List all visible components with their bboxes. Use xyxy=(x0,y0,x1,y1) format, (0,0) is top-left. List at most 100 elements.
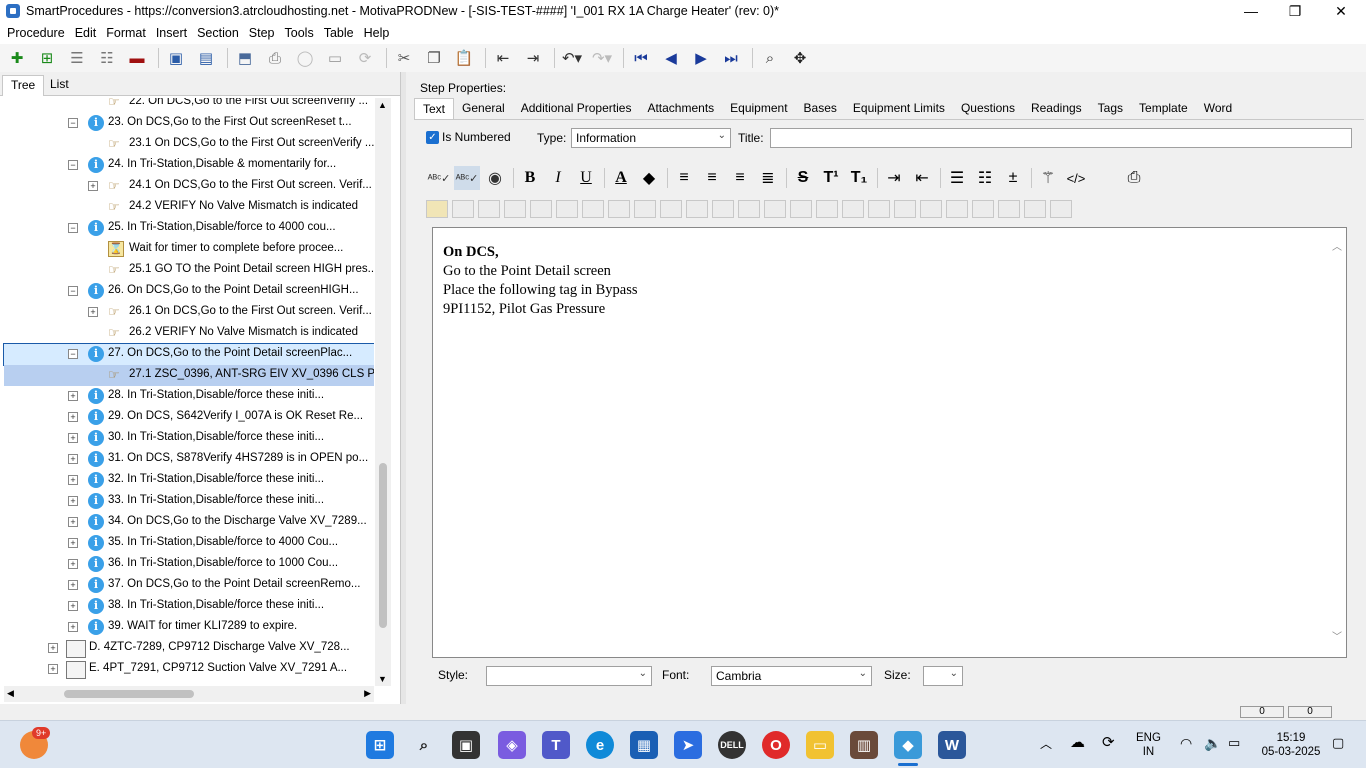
numbered-list-icon[interactable]: ☷ xyxy=(972,166,998,190)
print-icon[interactable]: ⎙ xyxy=(262,46,288,70)
is-numbered-checkbox[interactable]: ✓ xyxy=(426,131,439,144)
notification-icon[interactable]: ▢ xyxy=(1332,736,1344,750)
tree-horizontal-scroll-thumb[interactable] xyxy=(64,690,194,698)
expand-icon[interactable]: + xyxy=(68,538,78,548)
tab-readings[interactable]: Readings xyxy=(1023,98,1090,119)
font-select[interactable]: Cambria ⌄ xyxy=(711,666,872,686)
expand-icon[interactable]: + xyxy=(68,601,78,611)
tree-node[interactable]: + i 28. In Tri-Station,Disable/force these… xyxy=(4,386,374,407)
refresh-icon[interactable]: ⟳ xyxy=(1102,735,1115,750)
type-select[interactable]: Information ⌄ xyxy=(571,128,731,148)
superscript-icon[interactable]: T¹ xyxy=(818,166,844,190)
expand-icon[interactable]: + xyxy=(88,307,98,317)
wifi-icon[interactable]: ◠ xyxy=(1180,736,1192,750)
tree-node[interactable]: + D. 4ZTC-7289, CP9712 Discharge Valve XV… xyxy=(4,638,374,659)
refresh-icon[interactable]: ◯ xyxy=(292,46,318,70)
expand-icon[interactable]: + xyxy=(68,391,78,401)
menu-section[interactable]: Section xyxy=(192,26,244,40)
tab-additional-properties[interactable]: Additional Properties xyxy=(513,98,640,119)
teams-icon[interactable]: T xyxy=(542,731,570,759)
table-button-icon[interactable] xyxy=(946,200,968,218)
tree-vertical-scrollbar[interactable]: ▲ ▼ xyxy=(375,98,391,686)
align-left-icon[interactable]: ≡ xyxy=(671,166,697,190)
tab-list[interactable]: List xyxy=(42,75,77,96)
table-button-icon[interactable] xyxy=(634,200,656,218)
tree-node[interactable]: + i 39. WAIT for timer KLI7289 to expire. xyxy=(4,617,374,638)
tree-node[interactable]: ☞ 25.1 GO TO the Point Detail screen HIGH… xyxy=(4,260,374,281)
app-icon[interactable]: ▥ xyxy=(850,731,878,759)
menu-step[interactable]: Step xyxy=(244,26,280,40)
paste-icon[interactable]: 📋 xyxy=(451,46,477,70)
last-icon[interactable]: ⏭ xyxy=(718,46,744,70)
italic-icon[interactable]: I xyxy=(545,166,571,190)
tab-text[interactable]: Text xyxy=(414,98,455,119)
table-button-icon[interactable] xyxy=(972,200,994,218)
table-button-icon[interactable] xyxy=(504,200,526,218)
menu-table[interactable]: Table xyxy=(319,26,359,40)
tab-general[interactable]: General xyxy=(454,98,513,119)
subscript-icon[interactable]: T₁ xyxy=(846,166,872,190)
clock[interactable]: 15:19 05-03-2025 xyxy=(1258,731,1324,759)
expand-icon[interactable]: + xyxy=(68,580,78,590)
indent-icon[interactable]: ⇥ xyxy=(520,46,546,70)
table-button-icon[interactable] xyxy=(582,200,604,218)
tab-attachments[interactable]: Attachments xyxy=(639,98,722,119)
tree-node[interactable]: + i 29. On DCS, S642Verify I_007A is OK Re… xyxy=(4,407,374,428)
tree-node[interactable]: − i 26. On DCS,Go to the Point Detail scre… xyxy=(4,281,374,302)
print-preview-icon[interactable]: ⎙ xyxy=(1121,166,1147,190)
style-select[interactable]: ⌄ xyxy=(486,666,652,686)
justify-icon[interactable]: ≣ xyxy=(755,166,781,190)
table-button-icon[interactable] xyxy=(920,200,942,218)
align-right-icon[interactable]: ≡ xyxy=(727,166,753,190)
increase-indent-icon[interactable]: ⇥ xyxy=(881,166,907,190)
word-icon[interactable]: W xyxy=(938,731,966,759)
chevron-up-icon[interactable]: ︿ xyxy=(1040,737,1052,751)
bold-icon[interactable]: B xyxy=(517,166,543,190)
tree-node[interactable]: + i 33. In Tri-Station,Disable/force these… xyxy=(4,491,374,512)
table-button-icon[interactable] xyxy=(478,200,500,218)
tree-node[interactable]: + i 38. In Tri-Station,Disable/force these… xyxy=(4,596,374,617)
table-button-icon[interactable] xyxy=(868,200,890,218)
tree-node[interactable]: + i 36. In Tri-Station,Disable/force to 10… xyxy=(4,554,374,575)
tree-node[interactable]: + i 30. In Tri-Station,Disable/force these… xyxy=(4,428,374,449)
first-icon[interactable]: ⏮ xyxy=(628,46,654,70)
menu-tools[interactable]: Tools xyxy=(280,26,319,40)
collapse-icon[interactable]: − xyxy=(68,223,78,233)
expand-icon[interactable]: + xyxy=(68,559,78,569)
table-button-icon[interactable] xyxy=(738,200,760,218)
menu-insert[interactable]: Insert xyxy=(151,26,192,40)
file-explorer-icon[interactable]: ▭ xyxy=(806,731,834,759)
search-icon[interactable]: ⌕ xyxy=(410,731,438,759)
dell-icon[interactable]: DELL xyxy=(718,731,746,759)
minimize-button[interactable]: — xyxy=(1228,0,1274,22)
expand-icon[interactable]: + xyxy=(68,433,78,443)
tab-bases[interactable]: Bases xyxy=(796,98,845,119)
menu-format[interactable]: Format xyxy=(101,26,151,40)
expand-icon[interactable]: + xyxy=(68,622,78,632)
menu-edit[interactable]: Edit xyxy=(70,26,102,40)
spellcheck-auto-icon[interactable]: ᴬᴮᶜ✓ xyxy=(454,166,480,190)
scroll-up-icon[interactable]: ▲ xyxy=(378,100,387,110)
store-icon[interactable]: ▦ xyxy=(630,731,658,759)
tree-node[interactable]: ⌛ Wait for timer to complete before proce… xyxy=(4,239,374,260)
html-source-icon[interactable]: </> xyxy=(1063,166,1089,190)
table-button-icon[interactable] xyxy=(686,200,708,218)
title-input[interactable] xyxy=(770,128,1352,148)
tree-node[interactable]: + ☞ 26.1 On DCS,Go to the First Out screen… xyxy=(4,302,374,323)
smartprocedures-icon[interactable]: ◆ xyxy=(894,731,922,759)
scroll-left-icon[interactable]: ◀ xyxy=(7,688,14,699)
table-button-icon[interactable] xyxy=(842,200,864,218)
menu-procedure[interactable]: Procedure xyxy=(2,26,70,40)
tree-node[interactable]: ☞ 22. On DCS,Go to the First Out screenVe… xyxy=(4,98,374,113)
table-button-icon[interactable] xyxy=(712,200,734,218)
editor-scrollbar[interactable]: ︿ ﹀ xyxy=(1332,238,1344,643)
tree-node[interactable]: − i 24. In Tri-Station,Disable & momentari… xyxy=(4,155,374,176)
tab-tags[interactable]: Tags xyxy=(1090,98,1131,119)
tree-node[interactable]: − i 27. On DCS,Go to the Point Detail scre… xyxy=(3,343,374,366)
tab-equipment-limits[interactable]: Equipment Limits xyxy=(845,98,953,119)
tree-horizontal-scrollbar[interactable]: ◀ ▶ xyxy=(4,686,374,702)
volume-icon[interactable]: 🔈 xyxy=(1204,736,1221,750)
battery-icon[interactable]: ▭ xyxy=(1228,736,1240,750)
align-center-icon[interactable]: ≡ xyxy=(699,166,725,190)
add-icon[interactable]: ✚ xyxy=(4,46,30,70)
